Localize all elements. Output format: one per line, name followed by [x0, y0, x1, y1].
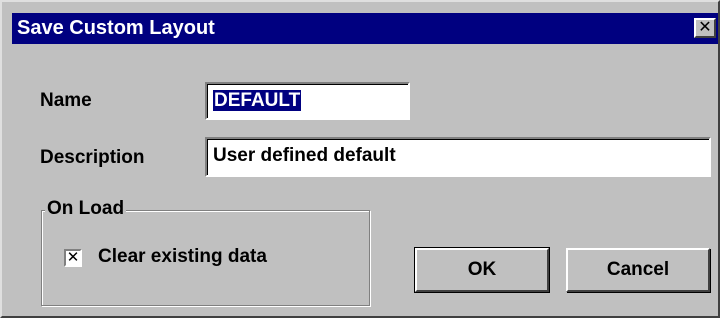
- save-custom-layout-dialog: Save Custom Layout ✕ Name DEFAULT Descri…: [0, 0, 720, 318]
- description-field[interactable]: User defined default: [205, 137, 711, 177]
- on-load-group-label: On Load: [45, 198, 127, 220]
- ok-button[interactable]: OK: [414, 247, 550, 293]
- description-field-value: User defined default: [213, 145, 396, 166]
- name-field[interactable]: DEFAULT: [205, 82, 410, 120]
- close-icon[interactable]: ✕: [694, 18, 716, 38]
- clear-existing-data-checkbox[interactable]: ✕: [64, 249, 82, 267]
- name-field-value: DEFAULT: [213, 90, 302, 111]
- dialog-title: Save Custom Layout: [17, 17, 215, 39]
- name-label: Name: [40, 90, 92, 111]
- dialog-titlebar[interactable]: Save Custom Layout ✕: [12, 13, 718, 44]
- description-label: Description: [40, 147, 145, 168]
- cancel-button[interactable]: Cancel: [566, 248, 710, 292]
- clear-existing-data-label[interactable]: Clear existing data: [98, 246, 267, 268]
